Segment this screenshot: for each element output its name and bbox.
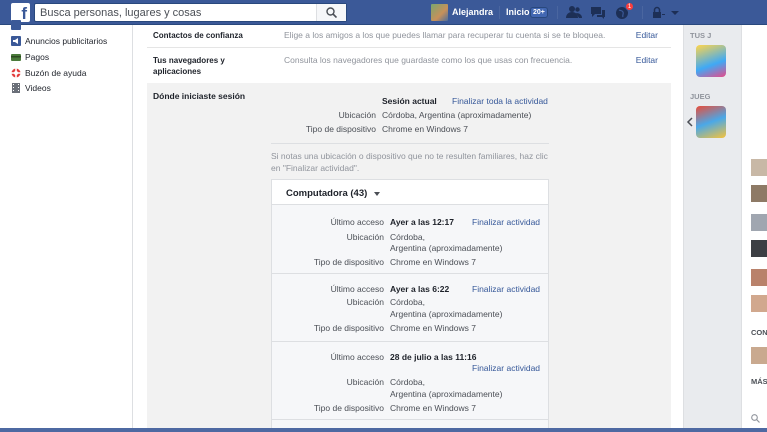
row-description: Consulta los navegadores que guardaste c…: [284, 55, 573, 65]
location-value-line1: Córdoba,: [390, 297, 425, 307]
session-entry: Último acceso Ayer a las 12:17 Finalizar…: [272, 206, 548, 274]
location-label: Ubicación: [338, 110, 376, 120]
location-value-line2: Argentina (aproximadamente): [390, 389, 503, 399]
home-link[interactable]: Inicio: [506, 7, 530, 17]
top-bar: f Alejandra Inicio 20+ 1: [0, 0, 767, 25]
avatar[interactable]: [751, 214, 767, 231]
avatar[interactable]: [751, 269, 767, 286]
where-logged-in-section: Dónde iniciaste sesión Sesión actual Fin…: [147, 83, 671, 432]
row-title: Tus navegadores y aplicaciones: [153, 56, 225, 76]
home-count-badge: 20+: [530, 7, 548, 18]
avatar[interactable]: [431, 4, 448, 21]
last-access-label: Último acceso: [330, 217, 384, 227]
chevron-left-icon[interactable]: [686, 117, 694, 129]
end-activity-link[interactable]: Finalizar actividad: [472, 363, 540, 373]
privacy-lock-icon[interactable]: [650, 5, 666, 20]
search-input[interactable]: [35, 4, 315, 21]
sidebar-item-label: Videos: [25, 83, 51, 93]
divider: [557, 6, 558, 19]
last-access-value: Ayer a las 12:17: [390, 217, 454, 227]
divider: [642, 6, 643, 19]
search-icon[interactable]: [751, 414, 760, 425]
last-access-label: Último acceso: [330, 352, 384, 362]
avatar[interactable]: [751, 240, 767, 257]
right-sidebar: TUS J JUEG: [684, 25, 741, 432]
end-activity-link[interactable]: Finalizar actividad: [472, 217, 540, 227]
section-title: Dónde iniciaste sesión: [153, 91, 246, 101]
current-session-label: Sesión actual: [382, 96, 437, 106]
computers-count-label: Computadora (43): [286, 188, 368, 199]
row-title: Contactos de confianza: [153, 31, 243, 40]
sidebar-item-videos[interactable]: Videos: [11, 82, 51, 94]
account-menu-chevron-down-icon[interactable]: [670, 5, 686, 20]
edit-link[interactable]: Editar: [636, 30, 658, 40]
settings-row-browsers: Tus navegadores y aplicaciones Consulta …: [147, 48, 671, 82]
contacts-heading: CON: [751, 328, 767, 337]
sidebar-item-label: Pagos: [25, 52, 50, 62]
computers-session-list: Computadora (43) Último acceso Ayer a la…: [271, 179, 549, 432]
games-heading: JUEG: [690, 92, 711, 101]
divider: [499, 6, 500, 19]
device-label: Tipo de dispositivo: [313, 403, 384, 413]
location-value: Córdoba, Argentina (aproximadamente): [382, 110, 532, 120]
location-value-line1: Córdoba,: [390, 232, 425, 242]
avatar[interactable]: [751, 347, 767, 364]
profile-name-link[interactable]: Alejandra: [452, 7, 493, 17]
game-thumbnail[interactable]: [696, 106, 726, 138]
edit-link[interactable]: Editar: [636, 55, 658, 65]
lifebuoy-icon: [11, 68, 21, 78]
device-label: Tipo de dispositivo: [313, 323, 384, 333]
session-entry: Último acceso 28 de julio a las 11:16 Fi…: [272, 342, 548, 420]
last-access-value: Ayer a las 6:22: [390, 284, 450, 294]
device-value: Chrome en Windows 7: [390, 323, 476, 333]
unfamiliar-activity-notice: Si notas una ubicación o dispositivo que…: [271, 151, 548, 173]
avatar[interactable]: [751, 185, 767, 202]
payments-icon: [11, 52, 21, 62]
film-icon: [11, 83, 21, 93]
notifications-badge: 1: [625, 2, 634, 11]
location-label: Ubicación: [346, 297, 384, 307]
end-all-activity-link[interactable]: Finalizar toda la actividad: [452, 96, 548, 106]
avatar[interactable]: [751, 295, 767, 312]
location-value-line2: Argentina (aproximadamente): [390, 243, 503, 253]
megaphone-icon: [11, 36, 21, 46]
device-value: Chrome en Windows 7: [390, 257, 476, 267]
left-sidebar: Anuncios publicitarios Pagos Buzón de ay…: [0, 20, 132, 432]
sidebar-item-partial[interactable]: [11, 19, 21, 31]
location-value-line2: Argentina (aproximadamente): [390, 309, 503, 319]
device-value: Chrome en Windows 7: [382, 124, 468, 134]
row-description: Elige a los amigos a los que puedes llam…: [284, 30, 606, 40]
session-entry: Último acceso Ayer a las 6:22 Finalizar …: [272, 274, 548, 342]
divider: [271, 143, 549, 144]
search-button[interactable]: [316, 4, 346, 21]
location-label: Ubicación: [346, 377, 384, 387]
friend-requests-icon[interactable]: [566, 5, 582, 20]
last-access-label: Último acceso: [330, 284, 384, 294]
search-box: [34, 3, 347, 22]
last-access-value: 28 de julio a las 11:16: [390, 352, 477, 362]
end-activity-link[interactable]: Finalizar actividad: [472, 284, 540, 294]
your-games-heading: TUS J: [690, 31, 712, 40]
sidebar-item-support-inbox[interactable]: Buzón de ayuda: [11, 67, 86, 79]
messages-icon[interactable]: [590, 5, 606, 20]
game-thumbnail[interactable]: [696, 45, 726, 77]
settings-row-trusted-contacts: Contactos de confianza Elige a los amigo…: [147, 25, 671, 47]
device-label: Tipo de dispositivo: [305, 124, 376, 134]
sidebar-item-label: Anuncios publicitarios: [25, 36, 108, 46]
location-value-line1: Córdoba,: [390, 377, 425, 387]
caret-down-icon: [374, 192, 380, 196]
chat-sidebar: CON MÁS: [741, 25, 767, 432]
device-value: Chrome en Windows 7: [390, 403, 476, 413]
sidebar-item-payments[interactable]: Pagos: [11, 51, 49, 63]
sidebar-item-label: Buzón de ayuda: [25, 68, 87, 78]
page-icon: [11, 20, 21, 30]
sidebar-item-ads[interactable]: Anuncios publicitarios: [11, 35, 107, 47]
security-settings-panel: Contactos de confianza Elige a los amigo…: [132, 25, 684, 432]
computers-dropdown[interactable]: Computadora (43): [272, 180, 548, 205]
location-label: Ubicación: [346, 232, 384, 242]
device-label: Tipo de dispositivo: [313, 257, 384, 267]
bottom-border: [0, 428, 767, 432]
more-contacts-heading: MÁS: [751, 377, 767, 386]
avatar[interactable]: [751, 159, 767, 176]
